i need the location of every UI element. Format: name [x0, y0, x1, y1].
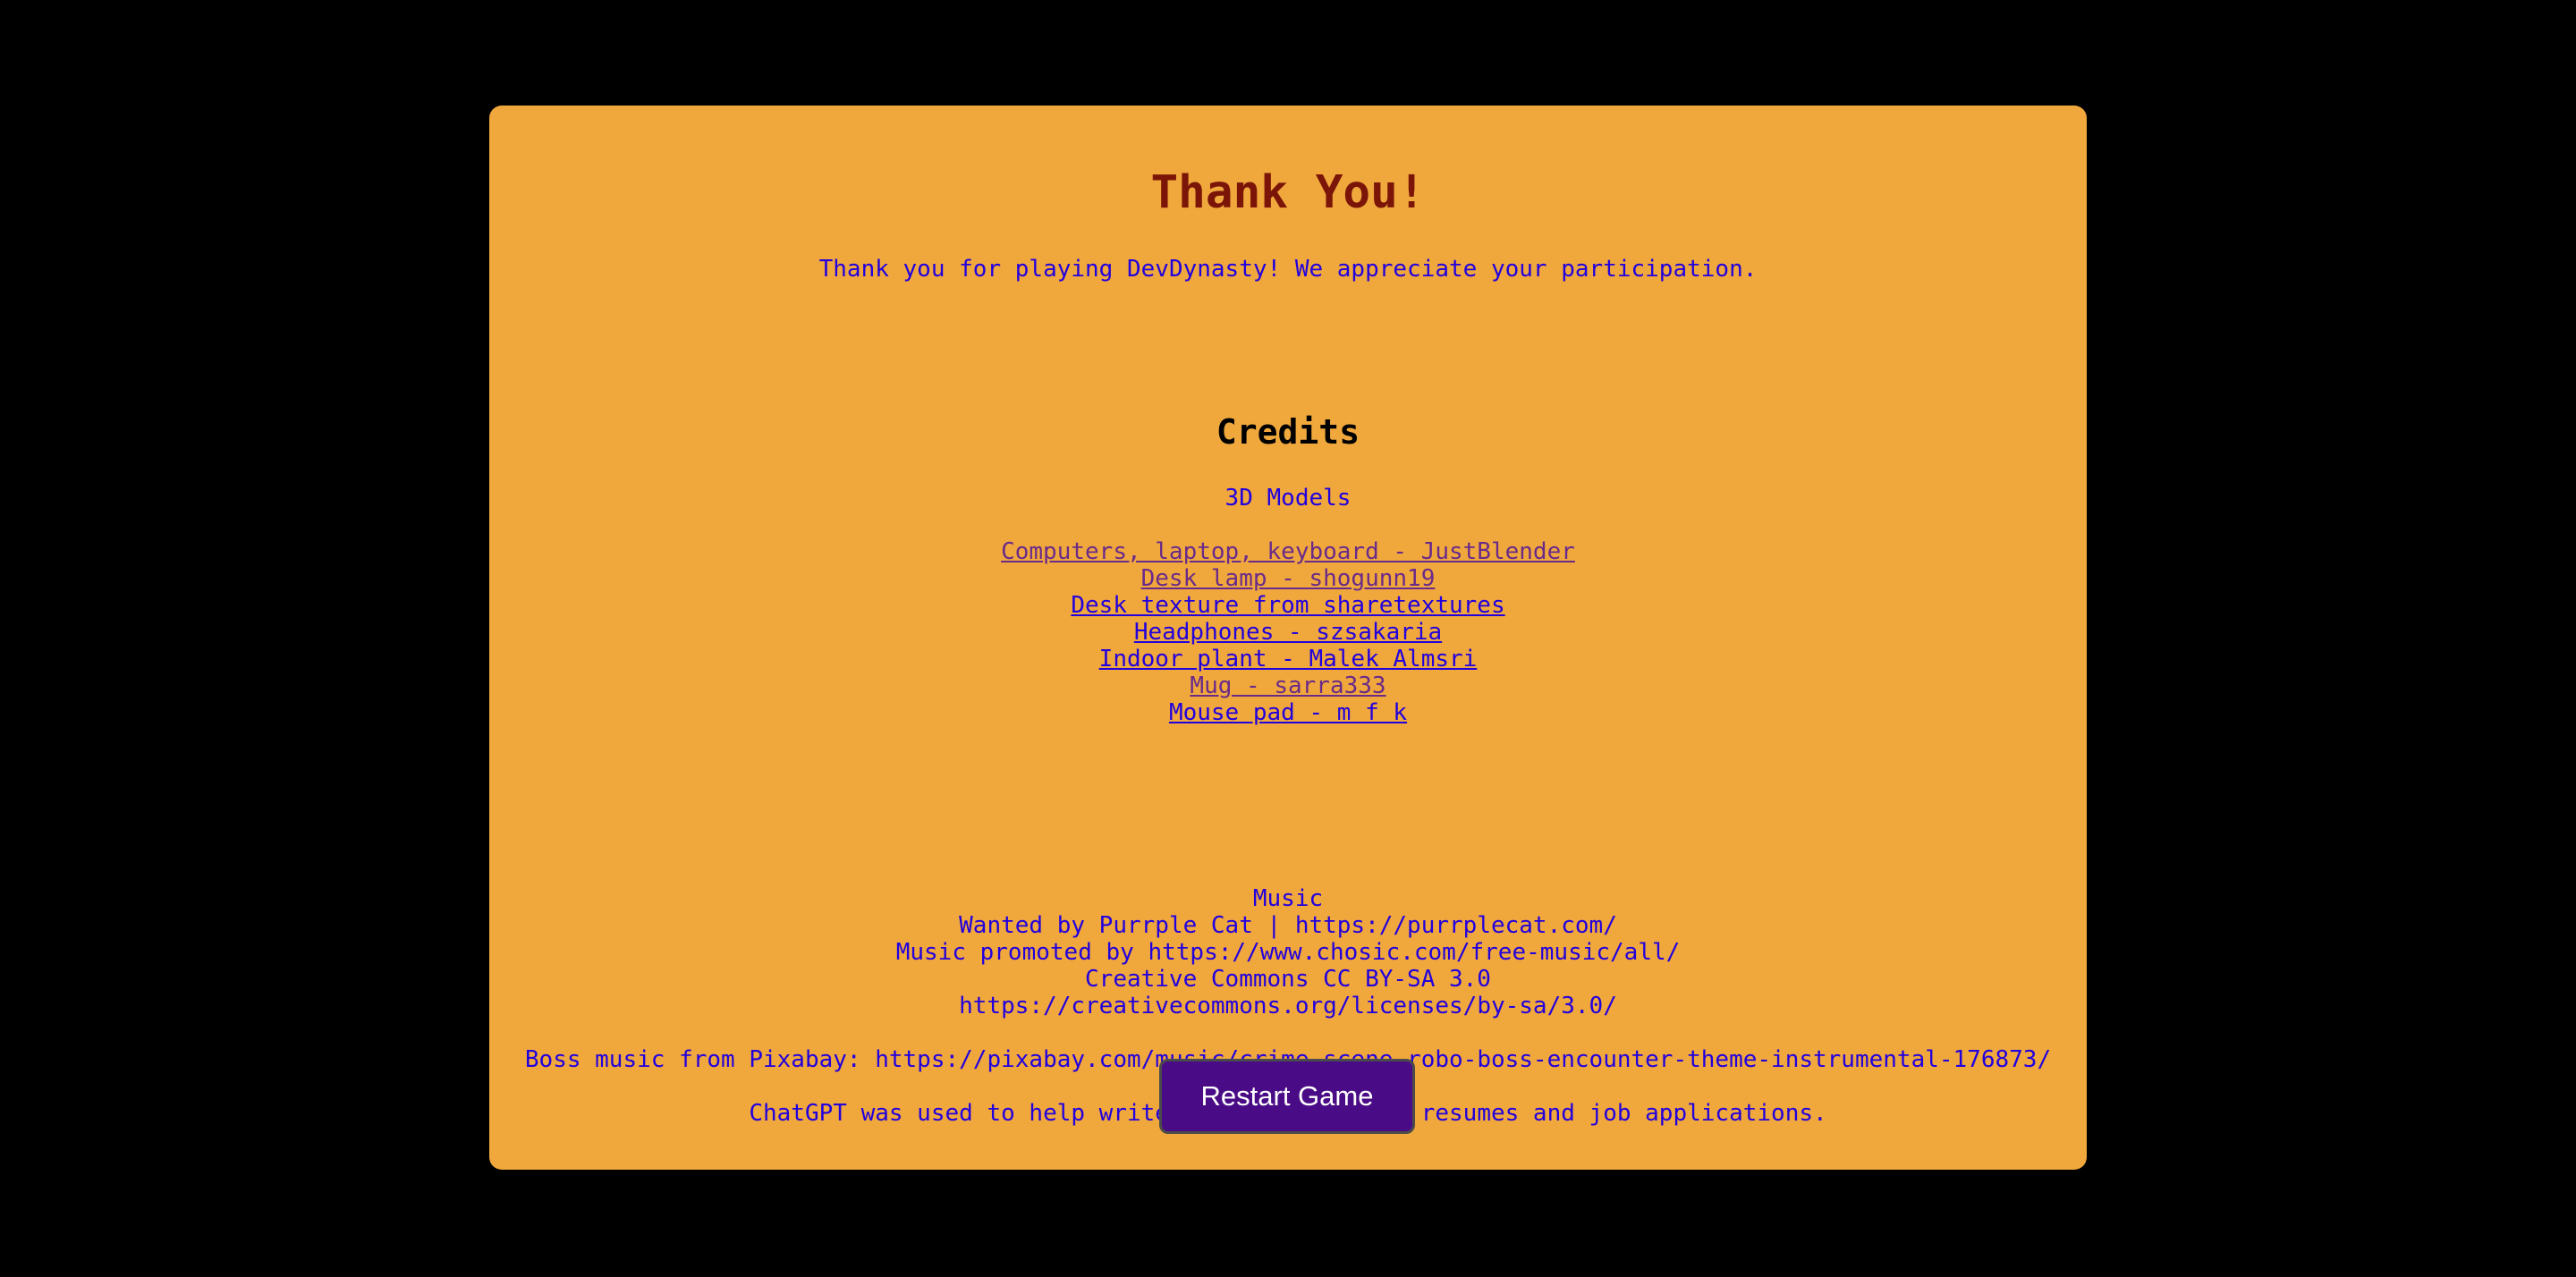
- music-credit-line: https://creativecommons.org/licenses/by-…: [959, 993, 1617, 1019]
- restart-game-button[interactable]: Restart Game: [1159, 1059, 1415, 1134]
- thank-you-card: Thank You! Thank you for playing DevDyna…: [489, 106, 2087, 1170]
- credit-link-headphones[interactable]: Headphones - szsakaria: [1134, 619, 1442, 646]
- page-title: Thank You!: [1150, 166, 1426, 219]
- list-item: Mouse pad - m f k: [489, 699, 2087, 726]
- credits-heading: Credits: [1216, 412, 1360, 452]
- credit-link-indoor-plant[interactable]: Indoor plant - Malek Almsri: [1099, 646, 1478, 672]
- list-item: Mug - sarra333: [489, 672, 2087, 699]
- list-item: Indoor plant - Malek Almsri: [489, 646, 2087, 672]
- list-item: Headphones - szsakaria: [489, 619, 2087, 646]
- music-section-label: Music: [1252, 885, 1324, 912]
- thank-you-message: Thank you for playing DevDynasty! We app…: [818, 256, 1758, 283]
- credit-link-desk-lamp[interactable]: Desk lamp - shogunn19: [1141, 565, 1436, 592]
- credit-link-mug[interactable]: Mug - sarra333: [1190, 672, 1385, 699]
- models-section-label: 3D Models: [1224, 485, 1352, 512]
- list-item: Desk texture from sharetextures: [489, 592, 2087, 619]
- list-item: Desk lamp - shogunn19: [489, 565, 2087, 592]
- music-credit-line: Music promoted by https://www.chosic.com…: [895, 939, 1681, 966]
- models-credits-list: Computers, laptop, keyboard - JustBlende…: [489, 538, 2087, 726]
- credit-link-mouse-pad[interactable]: Mouse pad - m f k: [1169, 699, 1407, 726]
- music-credit-line: Creative Commons CC BY-SA 3.0: [1085, 966, 1491, 993]
- credit-link-desk-texture[interactable]: Desk texture from sharetextures: [1071, 592, 1504, 619]
- credit-link-computers[interactable]: Computers, laptop, keyboard - JustBlende…: [1001, 538, 1575, 565]
- music-credits: Music Wanted by Purrple Cat | https://pu…: [489, 885, 2087, 1019]
- music-credit-line: Wanted by Purrple Cat | https://purrplec…: [959, 912, 1617, 939]
- list-item: Computers, laptop, keyboard - JustBlende…: [489, 538, 2087, 565]
